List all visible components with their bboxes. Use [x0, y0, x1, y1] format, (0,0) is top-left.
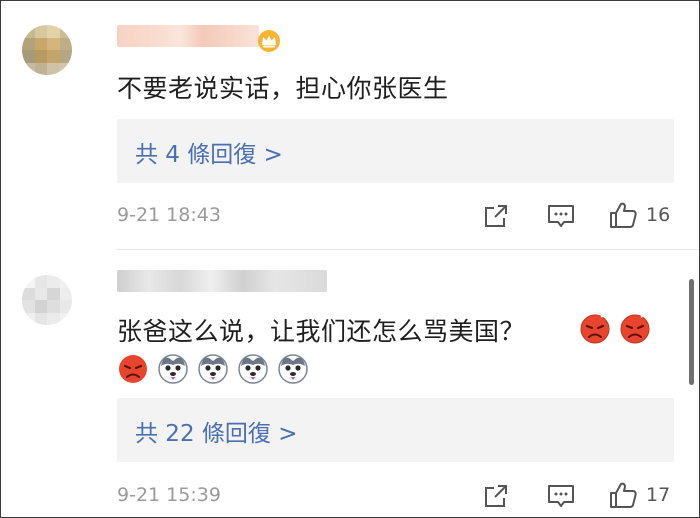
scrollbar[interactable]: [689, 279, 694, 385]
view-replies-link[interactable]: 共 4 條回復 >: [135, 135, 283, 169]
comment-button[interactable]: [547, 483, 575, 509]
comment-text: 张爸这么说，让我们还怎么骂美国？: [117, 312, 525, 348]
emoji-row: [117, 352, 309, 384]
view-replies-link[interactable]: 共 22 條回復 >: [135, 414, 297, 448]
crown-badge-icon: [258, 30, 280, 52]
like-count: 17: [646, 484, 671, 506]
comment-text: 不要老说实话，担心你张医生: [117, 74, 449, 103]
reply-box: 共 4 條回復 >: [117, 119, 674, 183]
husky-dog-emoji: [238, 354, 268, 384]
like-button[interactable]: 16: [608, 200, 670, 230]
angry-face-emoji: [119, 354, 147, 383]
comment-icon: [548, 485, 574, 507]
angry-face-emoji: [580, 312, 610, 344]
comment-item: 不要老说实话，担心你张医生 共 4 條回復 > 9-21 18:43 16: [1, 1, 699, 249]
comment-icon: [548, 205, 574, 227]
like-button[interactable]: 17: [608, 480, 670, 510]
husky-dog-emoji: [198, 354, 228, 384]
reply-box: 共 22 條回復 >: [117, 398, 674, 462]
share-button[interactable]: [483, 203, 509, 229]
comment-timestamp: 9-21 15:39: [117, 484, 221, 506]
comment-button[interactable]: [547, 203, 575, 229]
husky-dog-emoji: [158, 354, 188, 384]
comment-text-content: 张爸这么说，让我们还怎么骂美国？: [117, 317, 526, 346]
comment-timestamp: 9-21 18:43: [117, 204, 221, 226]
emoji-group: [579, 312, 651, 344]
share-icon: [485, 485, 507, 507]
husky-dog-emoji: [278, 354, 308, 384]
share-button[interactable]: [483, 483, 509, 509]
thumbs-up-icon: [610, 202, 637, 228]
comment-list: 不要老说实话，担心你张医生 共 4 條回復 > 9-21 18:43 16 张爸…: [0, 0, 700, 518]
username[interactable]: [117, 25, 259, 47]
thumbs-up-icon: [610, 482, 637, 508]
comment-item: 张爸这么说，让我们还怎么骂美国？ 共 22 條回復 > 9-21 15:39 1…: [1, 250, 699, 517]
username[interactable]: [117, 270, 327, 292]
like-count: 16: [646, 204, 671, 226]
angry-face-emoji: [620, 312, 650, 344]
share-icon: [485, 205, 507, 227]
avatar[interactable]: [22, 25, 72, 75]
avatar[interactable]: [22, 275, 72, 325]
